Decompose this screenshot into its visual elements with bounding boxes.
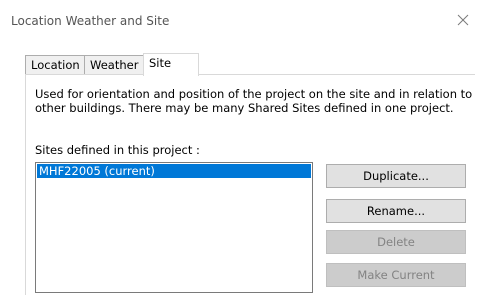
location-weather-site-dialog: Location Weather and Site Location Weath… bbox=[0, 0, 479, 295]
sites-list[interactable]: MHF22005 (current) bbox=[35, 162, 313, 293]
tab-location[interactable]: Location bbox=[25, 55, 85, 74]
rename-button[interactable]: Rename... bbox=[326, 199, 466, 223]
close-icon bbox=[457, 14, 469, 26]
sites-list-label: Sites defined in this project : bbox=[35, 143, 200, 157]
delete-button[interactable]: Delete bbox=[326, 230, 466, 254]
close-button[interactable] bbox=[453, 10, 473, 30]
title-bar: Location Weather and Site bbox=[0, 0, 479, 44]
tab-site[interactable]: Site bbox=[143, 53, 199, 76]
make-current-button[interactable]: Make Current bbox=[326, 263, 466, 287]
site-description: Used for orientation and position of the… bbox=[35, 87, 473, 115]
window-title: Location Weather and Site bbox=[11, 14, 170, 28]
site-tab-panel: Used for orientation and position of the… bbox=[25, 74, 475, 295]
tab-weather[interactable]: Weather bbox=[84, 55, 144, 74]
list-item[interactable]: MHF22005 (current) bbox=[37, 164, 311, 178]
duplicate-button[interactable]: Duplicate... bbox=[326, 164, 466, 188]
